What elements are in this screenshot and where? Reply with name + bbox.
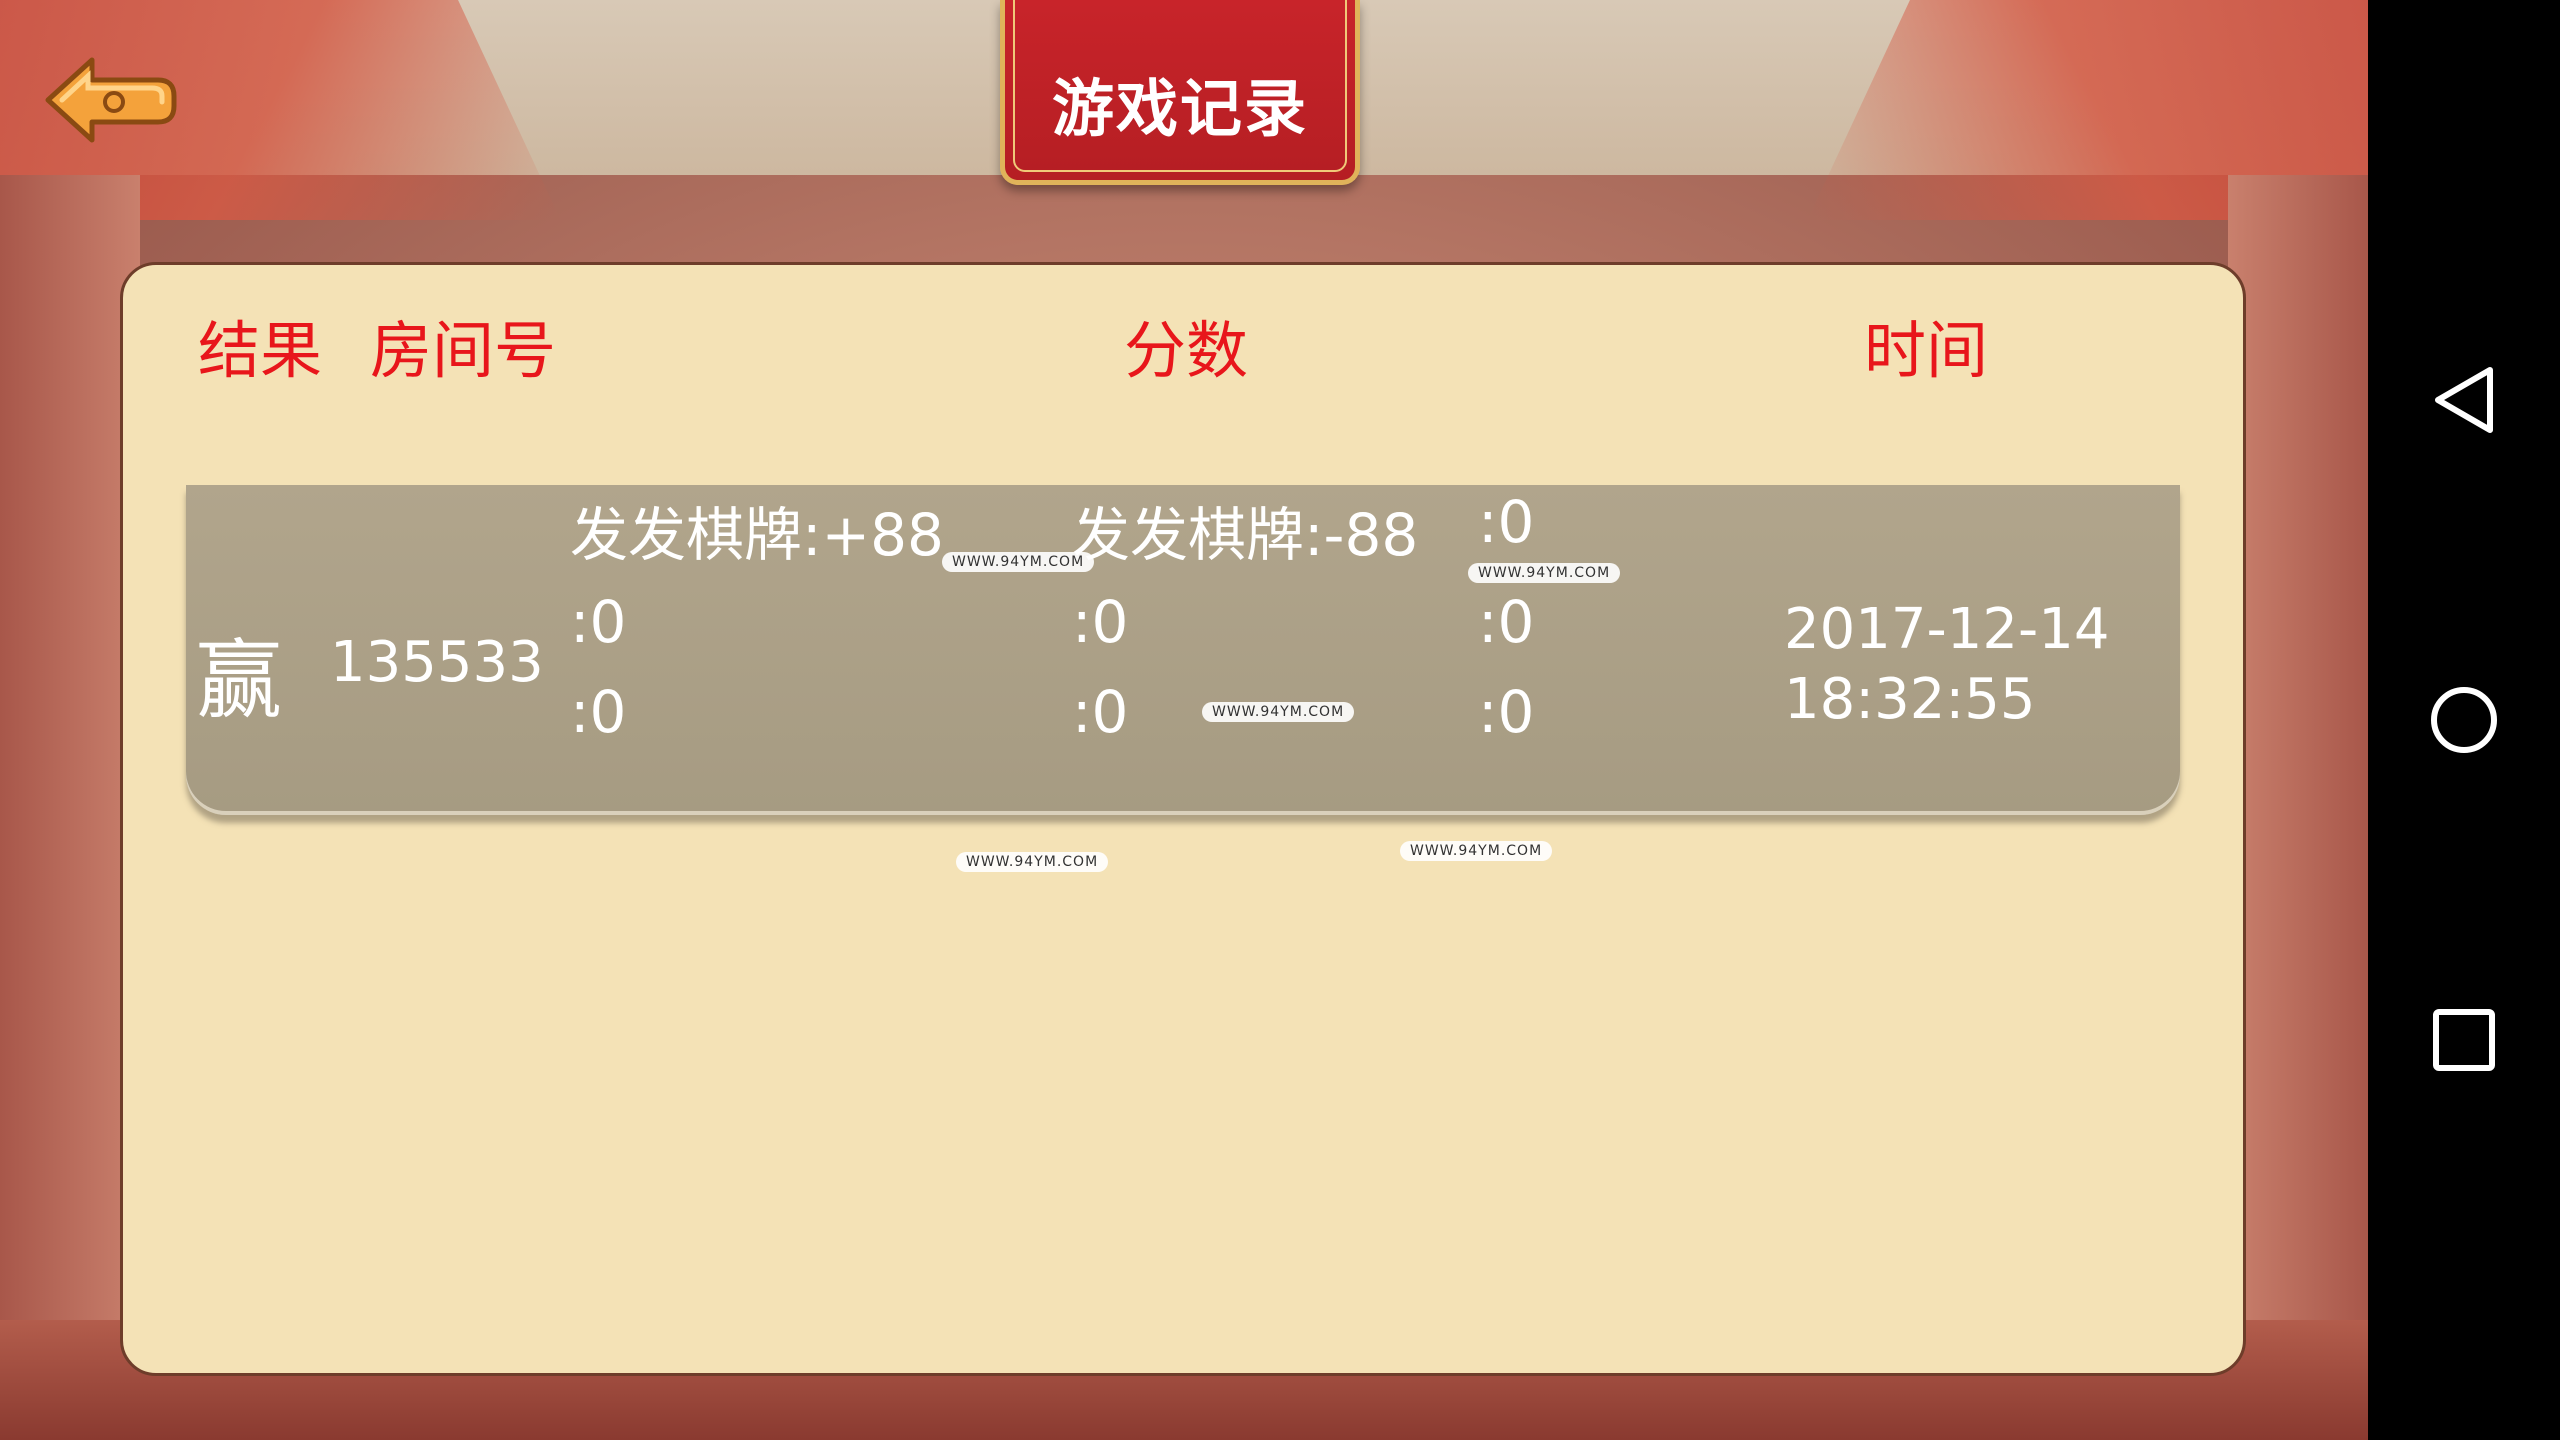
column-header-result: 结果: [198, 314, 323, 387]
record-result: 赢: [196, 631, 282, 731]
back-button[interactable]: [40, 50, 180, 150]
android-nav-bar: [2368, 0, 2560, 1440]
column-header-room: 房间号: [370, 314, 557, 387]
triangle-back-icon: [2435, 367, 2493, 433]
score-cell: 发发棋牌:+88: [570, 501, 944, 569]
nav-back-button[interactable]: [2368, 340, 2560, 460]
score-cell: :0: [1478, 588, 1535, 656]
record-room-id: 135533: [330, 630, 544, 695]
score-cell: :0: [1072, 678, 1129, 746]
title-banner: 游戏记录: [1000, 0, 1360, 185]
watermark: WWW.94YM.COM: [1468, 563, 1621, 583]
record-time: 18:32:55: [1784, 667, 2036, 732]
score-cell: :0: [1072, 588, 1129, 656]
watermark: WWW.94YM.COM: [1400, 841, 1553, 861]
score-cell: :0: [570, 678, 627, 746]
watermark: WWW.94YM.COM: [942, 552, 1095, 572]
square-recent-icon: [2433, 1009, 2495, 1071]
nav-recent-button[interactable]: [2368, 980, 2560, 1100]
back-arrow-icon: [45, 57, 177, 143]
score-cell: :0: [1478, 488, 1535, 556]
column-header-time: 时间: [1864, 314, 1989, 387]
score-cell: 发发棋牌:-88: [1072, 501, 1419, 569]
pillar-right: [2228, 175, 2368, 1440]
page-title: 游戏记录: [1051, 72, 1308, 145]
nav-home-button[interactable]: [2368, 660, 2560, 780]
records-panel: [120, 262, 2246, 1376]
pillar-left: [0, 175, 140, 1440]
score-cell: :0: [570, 588, 627, 656]
record-datetime: 2017-12-14 18:32:55: [1784, 595, 2109, 735]
score-cell: :0: [1478, 678, 1535, 746]
watermark: WWW.94YM.COM: [956, 852, 1109, 872]
circle-home-icon: [2431, 687, 2497, 753]
column-header-score: 分数: [1124, 314, 1249, 387]
record-date: 2017-12-14: [1784, 597, 2110, 662]
watermark: WWW.94YM.COM: [1202, 702, 1355, 722]
